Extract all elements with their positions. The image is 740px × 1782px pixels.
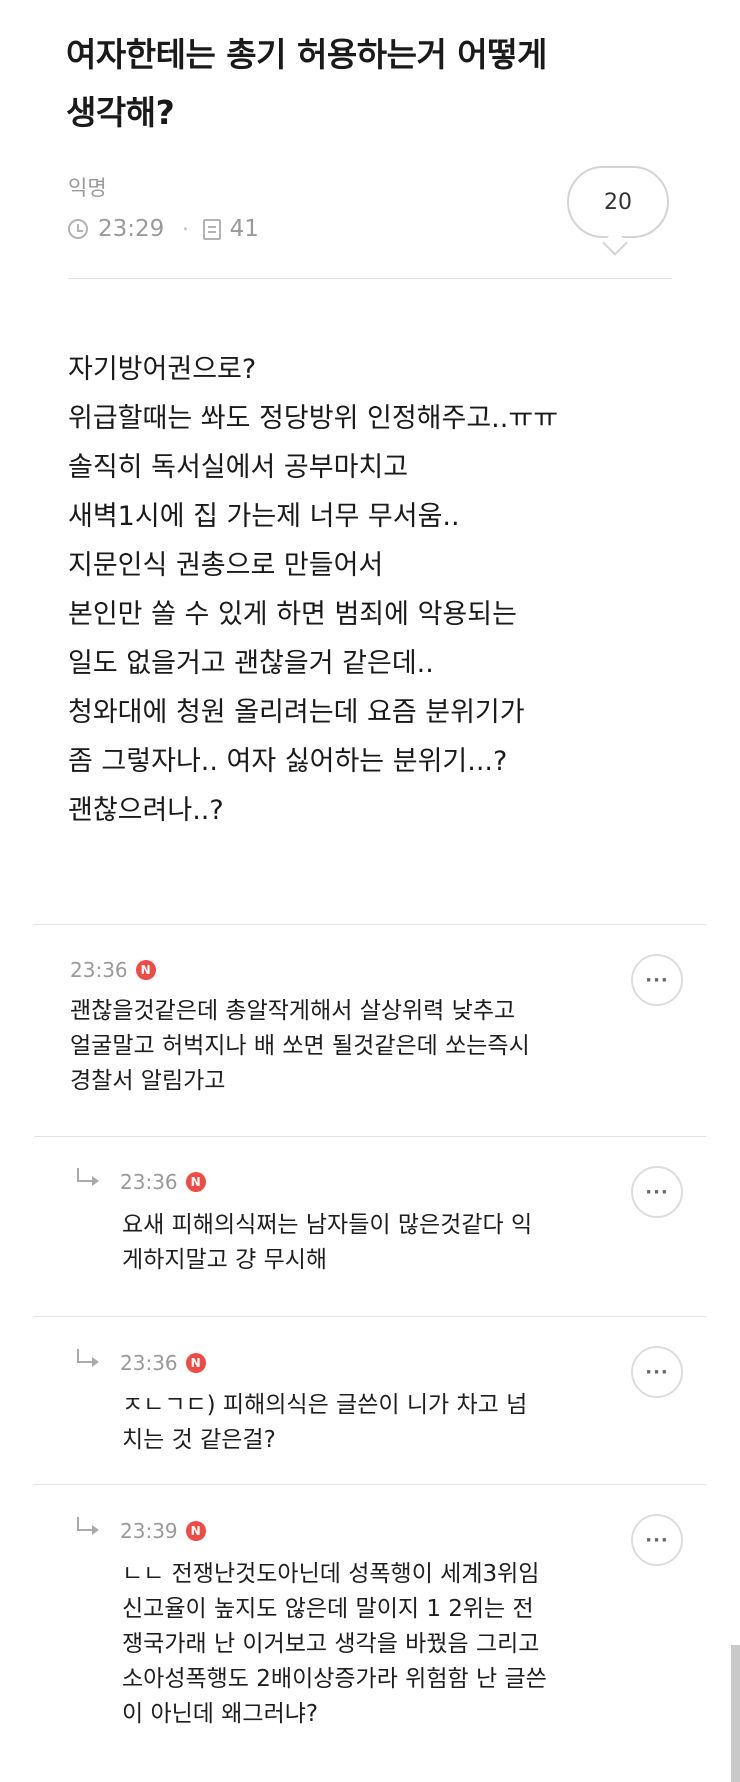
comment-divider — [34, 1316, 706, 1317]
more-icon: ··· — [645, 1361, 669, 1383]
header-divider — [68, 278, 672, 279]
comment-line: 괜찮을것같은데 총알작게해서 살상위력 낮추고 — [70, 998, 516, 1024]
post-body-line: 일도 없을거고 괜찮을거 같은데.. — [68, 648, 434, 679]
comment-line: 치는 것 같은걸? — [122, 1427, 276, 1453]
post-body-line: 솔직히 독서실에서 공부마치고 — [68, 452, 409, 483]
more-options-button[interactable]: ··· — [631, 954, 683, 1006]
new-badge: N — [185, 1521, 206, 1541]
post-body-line: 위급할때는 쏴도 정당방위 인정해주고..ㅠㅠ — [68, 403, 559, 434]
comment-text: 괜찮을것같은데 총알작게해서 살상위력 낮추고 얼굴말고 허벅지나 배 쏘면 될… — [70, 994, 530, 1099]
comment-time: 23:39 — [120, 1519, 178, 1543]
reply-arrow-icon — [77, 1349, 99, 1367]
comment-divider — [34, 924, 706, 925]
post-body-line: 새벽1시에 집 가는제 너무 무서움.. — [68, 501, 460, 532]
post-body: 자기방어권으로? 위급할때는 쏴도 정당방위 인정해주고..ㅠㅠ 솔직히 독서실… — [68, 345, 708, 835]
more-icon: ··· — [645, 969, 669, 991]
post-title-line: 여자한테는 총기 허용하는거 어떻게 — [66, 35, 547, 74]
reply-arrow-icon — [77, 1168, 99, 1186]
post-meta: 23:29 · 41 — [68, 212, 259, 246]
comment-text: ㄴㄴ 전쟁난것도아닌데 성폭행이 세계3위임 신고율이 높지도 않은데 말이지 … — [122, 1557, 547, 1732]
reply-arrow-icon — [77, 1517, 99, 1535]
post-title-line: 생각해? — [66, 93, 175, 132]
more-options-button[interactable]: ··· — [631, 1514, 683, 1566]
more-options-button[interactable]: ··· — [631, 1166, 683, 1218]
comment-line: ㄴㄴ 전쟁난것도아닌데 성폭행이 세계3위임 — [122, 1561, 540, 1587]
comment-text: 요새 피해의식쩌는 남자들이 많은것같다 익 게하지말고 걍 무시해 — [122, 1208, 532, 1278]
comment-line: ㅈㄴㄱㄷ) 피해의식은 글쓴이 니가 차고 넘 — [122, 1392, 528, 1418]
post-body-line: 본인만 쏠 수 있게 하면 범죄에 악용되는 — [68, 599, 517, 630]
new-badge: N — [185, 1172, 206, 1192]
comment-count-button[interactable]: 20 — [567, 166, 669, 238]
comment-line: 신고율이 높지도 않은데 말이지 1 2위는 전 — [122, 1596, 534, 1622]
post-body-line: 괜찮으려나..? — [68, 795, 224, 826]
post-time: 23:29 — [98, 216, 165, 242]
new-badge: N — [135, 960, 156, 980]
view-count: 41 — [229, 216, 259, 242]
comment-line: 얼굴말고 허벅지나 배 쏘면 될것같은데 쏘는즉시 — [70, 1033, 530, 1059]
more-options-button[interactable]: ··· — [631, 1346, 683, 1398]
comment-divider — [34, 1136, 706, 1137]
comment-meta: 23:36 N — [70, 958, 156, 982]
comment-line: 소아성폭행도 2배이상증가라 위험함 난 글쓴 — [122, 1666, 547, 1692]
comment-line: 게하지말고 걍 무시해 — [122, 1247, 328, 1273]
comment-meta: 23:36 N — [120, 1170, 206, 1194]
more-icon: ··· — [645, 1181, 669, 1203]
comment-time: 23:36 — [70, 958, 128, 982]
comment-time: 23:36 — [120, 1170, 178, 1194]
scrollbar[interactable] — [731, 1645, 740, 1782]
views-icon — [202, 218, 221, 240]
comment-line: 요새 피해의식쩌는 남자들이 많은것같다 익 — [122, 1212, 533, 1238]
comment-divider — [34, 1484, 706, 1485]
comment-meta: 23:39 N — [120, 1519, 206, 1543]
comment-line: 쟁국가래 난 이거보고 생각을 바꿨음 그리고 — [122, 1631, 540, 1657]
comment-time: 23:36 — [120, 1351, 178, 1375]
more-icon: ··· — [645, 1529, 669, 1551]
author-name: 익명 — [68, 176, 107, 200]
comment-count: 20 — [604, 189, 632, 215]
meta-separator: · — [182, 217, 189, 241]
clock-icon — [68, 219, 88, 239]
post-body-line: 자기방어권으로? — [68, 354, 257, 385]
post-body-line: 청와대에 청원 올리려는데 요즘 분위기가 — [68, 697, 525, 728]
comment-line: 경찰서 알림가고 — [70, 1068, 226, 1094]
post-body-line: 좀 그렇자나.. 여자 싫어하는 분위기...? — [68, 746, 508, 777]
comment-meta: 23:36 N — [120, 1351, 206, 1375]
new-badge: N — [185, 1353, 206, 1373]
comment-text: ㅈㄴㄱㄷ) 피해의식은 글쓴이 니가 차고 넘 치는 것 같은걸? — [122, 1388, 527, 1458]
comment-line: 이 아닌데 왜그러냐? — [122, 1701, 319, 1727]
post-title: 여자한테는 총기 허용하는거 어떻게 생각해? — [66, 26, 686, 142]
post-body-line: 지문인식 권총으로 만들어서 — [68, 550, 384, 581]
